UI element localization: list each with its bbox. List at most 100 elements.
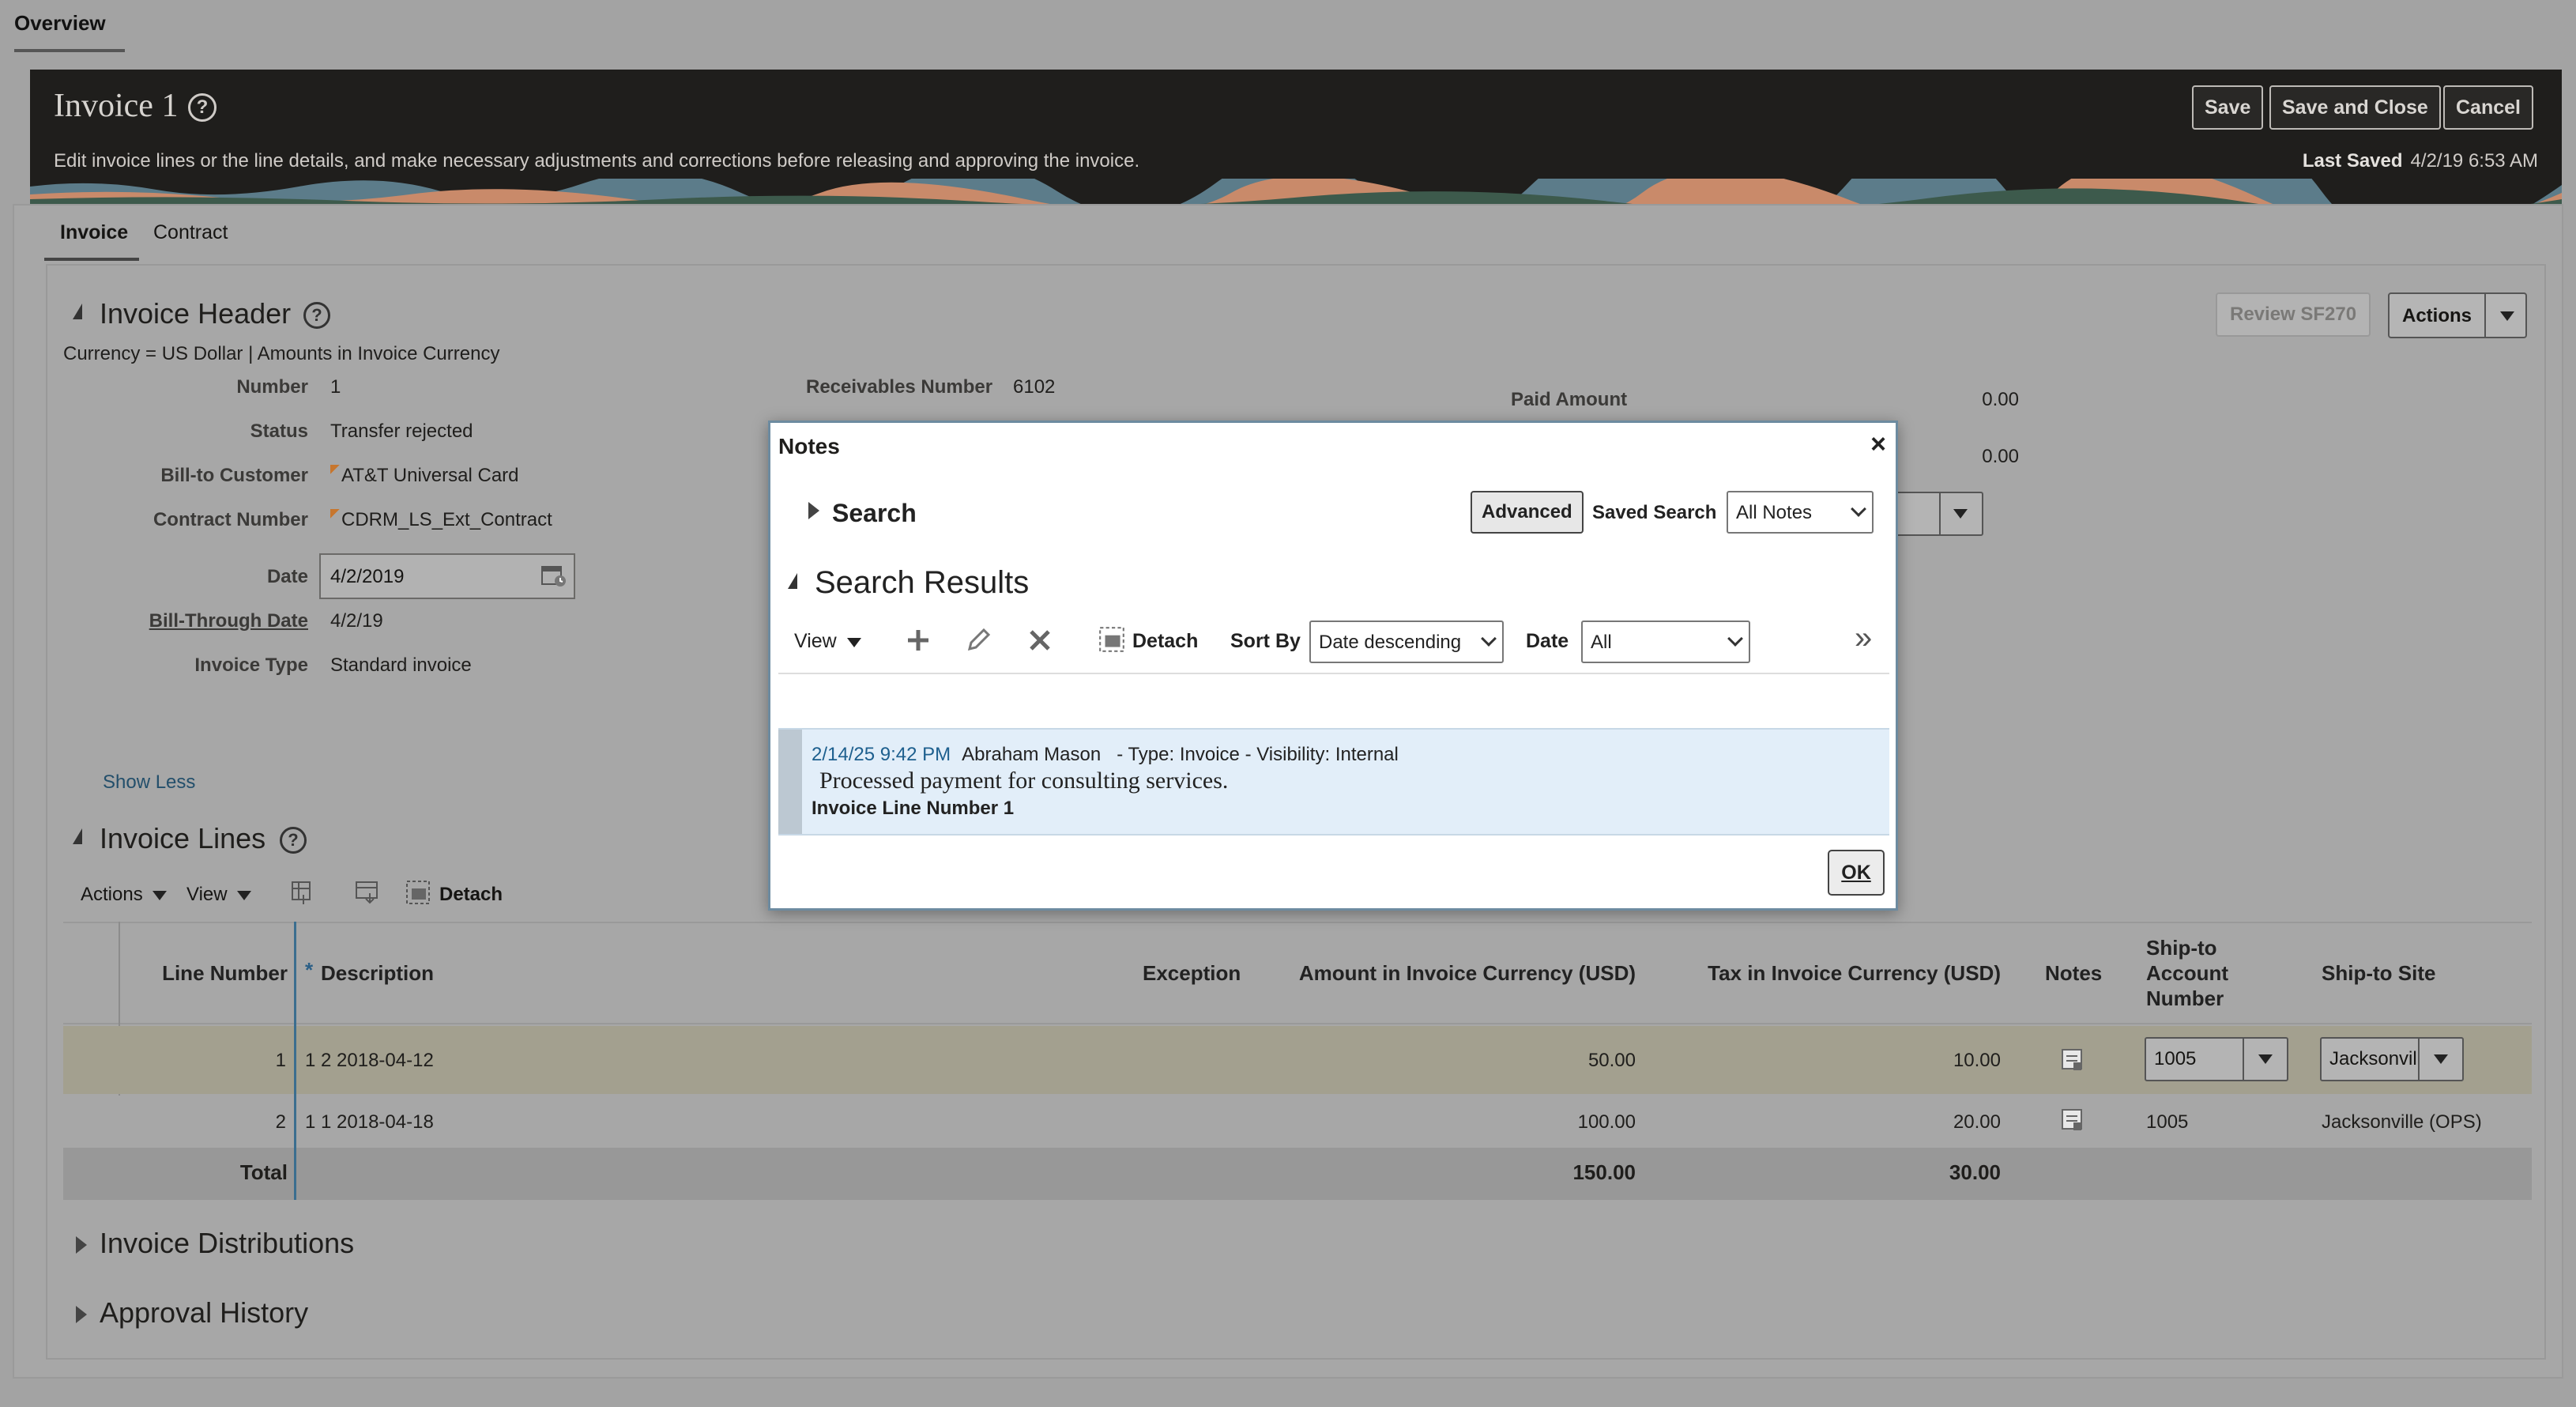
notes-icon[interactable] [2061,1048,2085,1072]
freeze-columns-icon[interactable] [289,879,316,906]
lines-detach-button[interactable]: Detach [439,884,503,906]
detach-icon[interactable] [405,879,431,906]
delete-icon[interactable] [1026,627,1053,654]
date-input-value: 4/2/2019 [330,566,405,587]
bill-to-customer-text: AT&T Universal Card [341,465,519,486]
page-subtitle: Edit invoice lines or the line details, … [54,150,1140,172]
column-ship-to-site[interactable]: Ship-to Site [2322,961,2435,986]
help-icon[interactable]: ? [280,827,307,854]
expand-icon[interactable] [76,1236,87,1254]
change-indicator-icon [330,465,340,474]
chevron-down-icon [1481,631,1497,647]
ship-to-account-select[interactable]: 1005 [2145,1037,2288,1081]
column-line-number[interactable]: Line Number [162,961,288,986]
saved-search-select[interactable]: All Notes [1727,491,1874,534]
wrap-icon[interactable] [354,879,381,906]
currency-line: Currency = US Dollar | Amounts in Invoic… [63,343,500,364]
date-input[interactable]: 4/2/2019 [319,553,575,599]
note-type-label: - Type: [1117,744,1175,765]
note-selection-bar [778,730,802,834]
row-tax: 10.00 [1953,1050,2001,1071]
add-icon[interactable] [905,627,932,654]
note-timestamp: 2/14/25 9:42 PM [812,744,951,765]
more-toolbar-icon[interactable]: » [1855,621,1872,656]
column-amount[interactable]: Amount in Invoice Currency (USD) [1299,961,1636,986]
note-author: Abraham Mason [962,744,1102,765]
chevron-down-icon [237,891,252,900]
expand-icon[interactable] [76,1306,87,1323]
top-tab-bar: Overview [0,0,2576,52]
bill-through-date-value: 4/2/19 [330,610,383,632]
contract-number-value[interactable]: CDRM_LS_Ext_Contract [330,509,552,531]
tab-contract[interactable]: Contract [153,221,228,244]
last-saved-value: 4/2/19 6:53 AM [2410,150,2538,172]
expand-icon[interactable] [808,502,819,519]
tab-overview[interactable]: Overview [14,11,106,36]
note-visibility-value: Internal [1335,744,1399,765]
row-description: 1 1 2018-04-18 [305,1111,434,1133]
notes-icon[interactable] [2061,1108,2085,1132]
column-ship-to-account-line2: Account [2146,961,2228,985]
bill-to-customer-value[interactable]: AT&T Universal Card [330,465,519,487]
chevron-down-icon [1953,509,1968,519]
close-icon[interactable]: × [1870,429,1886,460]
invoice-header-title: Invoice Header [100,297,292,330]
column-description[interactable]: Description [321,961,434,986]
lines-view-menu[interactable]: View [186,884,252,906]
column-exception[interactable]: Exception [1143,961,1241,986]
tab-invoice[interactable]: Invoice [60,221,128,244]
total-row [63,1148,2532,1200]
sort-by-select[interactable]: Date descending [1309,621,1504,663]
column-tax[interactable]: Tax in Invoice Currency (USD) [1708,961,2001,986]
actions-menu-button[interactable]: Actions [2388,292,2527,338]
tab-overview-underline [14,49,125,52]
help-icon[interactable]: ? [303,302,330,329]
detach-button[interactable]: Detach [1132,630,1198,653]
calendar-icon[interactable] [540,563,567,588]
edit-icon[interactable] [965,627,992,654]
column-notes[interactable]: Notes [2045,961,2102,986]
receivables-number-label: Receivables Number [806,376,993,398]
advanced-button[interactable]: Advanced [1471,491,1584,534]
page-header: Invoice 1 ? Edit invoice lines or the li… [30,70,2562,204]
date-filter-label: Date [1526,630,1569,652]
number-label: Number [236,376,308,398]
search-section-title[interactable]: Search [832,499,917,528]
help-icon[interactable]: ? [188,93,217,122]
paid-amount-label: Paid Amount [1511,389,1628,410]
note-list-item[interactable]: 2/14/25 9:42 PM Abraham Mason - Type: Inv… [778,728,1889,836]
change-indicator-icon [330,509,340,519]
view-menu[interactable]: View [794,630,861,653]
ship-to-site-select[interactable]: Jacksonvil [2320,1037,2464,1081]
banner-decoration [30,179,2562,204]
row-line-number: 1 [275,1050,286,1071]
ok-button[interactable]: OK [1828,850,1885,896]
invoice-type-label: Invoice Type [194,654,308,676]
note-text: Processed payment for consulting service… [819,768,1229,794]
ship-to-site-value: Jacksonvil [2329,1048,2417,1069]
show-less-link[interactable]: Show Less [103,771,195,794]
chevron-down-icon [2258,1054,2273,1064]
invoice-distributions-title[interactable]: Invoice Distributions [100,1227,354,1260]
bill-through-date-label[interactable]: Bill-Through Date [149,610,308,632]
column-ship-to-account-line1[interactable]: Ship-to [2146,936,2217,960]
row-amount: 100.00 [1577,1111,1636,1133]
lines-view-label: View [186,884,228,905]
date-filter-select[interactable]: All [1581,621,1750,663]
save-button[interactable]: Save [2192,85,2264,130]
review-sf270-button[interactable]: Review SF270 [2216,292,2371,337]
lines-actions-menu[interactable]: Actions [81,884,168,906]
required-indicator: * [305,958,314,982]
detach-icon[interactable] [1098,625,1126,654]
note-type-value: Invoice [1179,744,1240,765]
ship-to-account-value: 1005 [2154,1048,2197,1069]
row-tax: 20.00 [1953,1111,2001,1133]
save-and-close-button[interactable]: Save and Close [2269,85,2441,130]
approval-history-title[interactable]: Approval History [100,1296,308,1330]
collapse-icon[interactable] [73,828,82,844]
note-visibility-label: - Visibility: [1245,744,1331,765]
collapse-icon[interactable] [73,304,82,319]
cancel-button[interactable]: Cancel [2443,85,2533,130]
collapse-icon[interactable] [788,573,797,589]
last-saved: Last Saved 4/2/19 6:53 AM [2303,150,2538,172]
